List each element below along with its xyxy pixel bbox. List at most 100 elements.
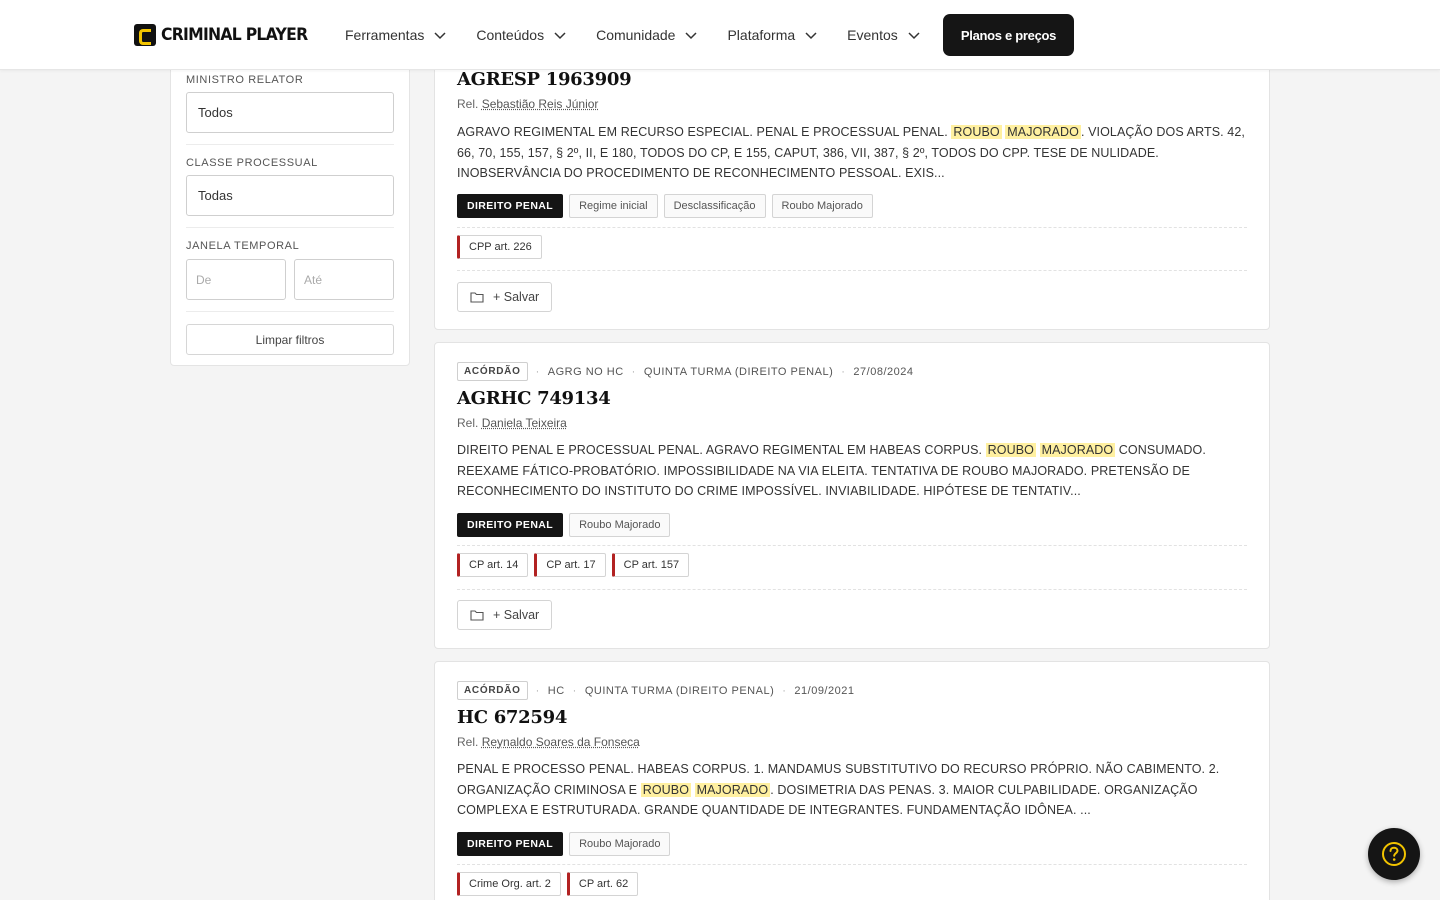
topic-tag[interactable]: Roubo Majorado [771, 194, 873, 218]
rel-prefix: Rel. [457, 735, 479, 749]
summary-text: DIREITO PENAL E PROCESSUAL PENAL. AGRAVO… [457, 443, 986, 457]
ministro-label: MINISTRO RELATOR [186, 74, 304, 86]
nav-eventos[interactable]: Eventos [847, 27, 922, 43]
area-tag[interactable]: DIREITO PENAL [457, 194, 564, 218]
law-reference[interactable]: Crime Org. art. 2 [457, 872, 561, 896]
law-reference[interactable]: CPP art. 226 [457, 235, 542, 259]
plans-button[interactable]: Planos e preços [943, 14, 1074, 56]
law-reference[interactable]: CP art. 157 [611, 553, 690, 577]
case-date: 27/08/2024 [853, 365, 914, 378]
divider [457, 864, 1247, 865]
save-button[interactable]: + Salvar [457, 600, 552, 630]
nav-conteudos[interactable]: Conteúdos [476, 27, 568, 43]
case-date: 21/09/2021 [794, 684, 855, 697]
divider [186, 144, 394, 145]
case-turma: QUINTA TURMA (DIREITO PENAL) [643, 365, 834, 378]
area-tag[interactable]: DIREITO PENAL [457, 832, 564, 856]
folder-icon [470, 610, 484, 621]
separator: · [535, 684, 540, 697]
divider [457, 270, 1247, 271]
nav-ferramentas[interactable]: Ferramentas [345, 27, 448, 43]
law-reference[interactable]: CP art. 62 [566, 872, 639, 896]
law-reference[interactable]: CP art. 14 [457, 553, 529, 577]
case-title[interactable]: AGRESP 1963909 [457, 69, 632, 90]
law-reference[interactable]: CP art. 17 [534, 553, 606, 577]
separator: · [572, 684, 577, 697]
case-turma: QUINTA TURMA (DIREITO PENAL) [584, 684, 775, 697]
clear-filters-button[interactable]: Limpar filtros [186, 324, 394, 355]
case-meta: ACÓRDÃO · HC · QUINTA TURMA (DIREITO PEN… [457, 681, 854, 700]
chevron-down-icon [908, 32, 920, 40]
rapporteur: Rel. Daniela Teixeira [457, 416, 567, 430]
result-card: ACÓRDÃO · AGRG NO HC · QUINTA TURMA (DIR… [434, 342, 1270, 649]
classe-select[interactable]: Todas [186, 175, 394, 216]
main-nav: Ferramentas Conteúdos Comunidade Platafo… [345, 0, 950, 70]
chevron-down-icon [805, 32, 817, 40]
tag-list: DIREITO PENAL Regime inicial Desclassifi… [457, 194, 879, 218]
date-from-input[interactable]: De [186, 259, 286, 300]
separator: · [535, 365, 540, 378]
nav-label: Plataforma [727, 27, 796, 43]
separator: · [631, 365, 636, 378]
help-button[interactable] [1368, 828, 1420, 880]
law-list: CP art. 14 CP art. 17 CP art. 157 [457, 553, 695, 577]
kind-badge: ACÓRDÃO [457, 681, 528, 700]
rapporteur-link[interactable]: Daniela Teixeira [482, 416, 567, 430]
case-meta: ACÓRDÃO · AGRG NO HC · QUINTA TURMA (DIR… [457, 362, 913, 381]
chevron-down-icon [685, 32, 697, 40]
rapporteur-link[interactable]: Reynaldo Soares da Fonseca [482, 735, 640, 749]
nav-comunidade[interactable]: Comunidade [596, 27, 699, 43]
topic-tag[interactable]: Roubo Majorado [569, 832, 671, 856]
nav-label: Ferramentas [345, 27, 425, 43]
search-highlight: ROUBO [640, 782, 692, 797]
tag-list: DIREITO PENAL Roubo Majorado [457, 513, 676, 537]
tag-list: DIREITO PENAL Roubo Majorado [457, 832, 676, 856]
case-class: AGRG NO HC [547, 365, 624, 378]
summary-text: AGRAVO REGIMENTAL EM RECURSO ESPECIAL. P… [457, 125, 952, 139]
logo-text: CRIMINAL PLAYER [161, 25, 308, 45]
topic-tag[interactable]: Roubo Majorado [569, 513, 671, 537]
divider [186, 227, 394, 228]
chevron-down-icon [554, 32, 566, 40]
law-list: CPP art. 226 [457, 235, 548, 259]
chevron-down-icon [434, 32, 446, 40]
divider [186, 311, 394, 312]
case-title[interactable]: AGRHC 749134 [457, 388, 611, 409]
topic-tag[interactable]: Regime inicial [569, 194, 658, 218]
save-button[interactable]: + Salvar [457, 282, 552, 312]
area-tag[interactable]: DIREITO PENAL [457, 513, 564, 537]
topic-tag[interactable]: Desclassificação [663, 194, 766, 218]
search-highlight: MAJORADO [694, 782, 771, 797]
ministro-select[interactable]: Todos [186, 92, 394, 133]
result-card: ACÓRDÃO · HC · QUINTA TURMA (DIREITO PEN… [434, 661, 1270, 900]
search-highlight: MAJORADO [1005, 125, 1081, 139]
nav-plataforma[interactable]: Plataforma [727, 27, 819, 43]
divider [457, 545, 1247, 546]
nav-label: Eventos [847, 27, 898, 43]
rapporteur-link[interactable]: Sebastião Reis Júnior [482, 97, 599, 111]
nav-label: Conteúdos [476, 27, 545, 43]
top-navbar: CRIMINAL PLAYER Ferramentas Conteúdos Co… [0, 0, 1440, 70]
save-label: + Salvar [493, 608, 540, 622]
filters-panel: MINISTRO RELATOR Todos CLASSE PROCESSUAL… [170, 56, 410, 366]
case-summary: PENAL E PROCESSO PENAL. HABEAS CORPUS. 1… [457, 759, 1249, 821]
separator: · [841, 365, 846, 378]
logo-icon [134, 24, 156, 46]
search-highlight: MAJORADO [1039, 443, 1116, 457]
case-title[interactable]: HC 672594 [457, 707, 567, 728]
divider [457, 227, 1247, 228]
save-label: + Salvar [493, 290, 540, 304]
separator: · [782, 684, 787, 697]
nav-label: Comunidade [596, 27, 676, 43]
logo[interactable]: CRIMINAL PLAYER [134, 24, 320, 46]
search-highlight: ROUBO [951, 125, 1002, 139]
case-class: HC [547, 684, 565, 697]
folder-icon [470, 292, 484, 303]
search-highlight: ROUBO [985, 443, 1037, 457]
rapporteur: Rel. Reynaldo Soares da Fonseca [457, 735, 640, 749]
date-to-input[interactable]: Até [294, 259, 394, 300]
case-summary: DIREITO PENAL E PROCESSUAL PENAL. AGRAVO… [457, 440, 1249, 502]
kind-badge: ACÓRDÃO [457, 362, 528, 381]
classe-label: CLASSE PROCESSUAL [186, 157, 318, 169]
result-card: AGRESP 1963909 Rel. Sebastião Reis Júnio… [434, 40, 1270, 330]
